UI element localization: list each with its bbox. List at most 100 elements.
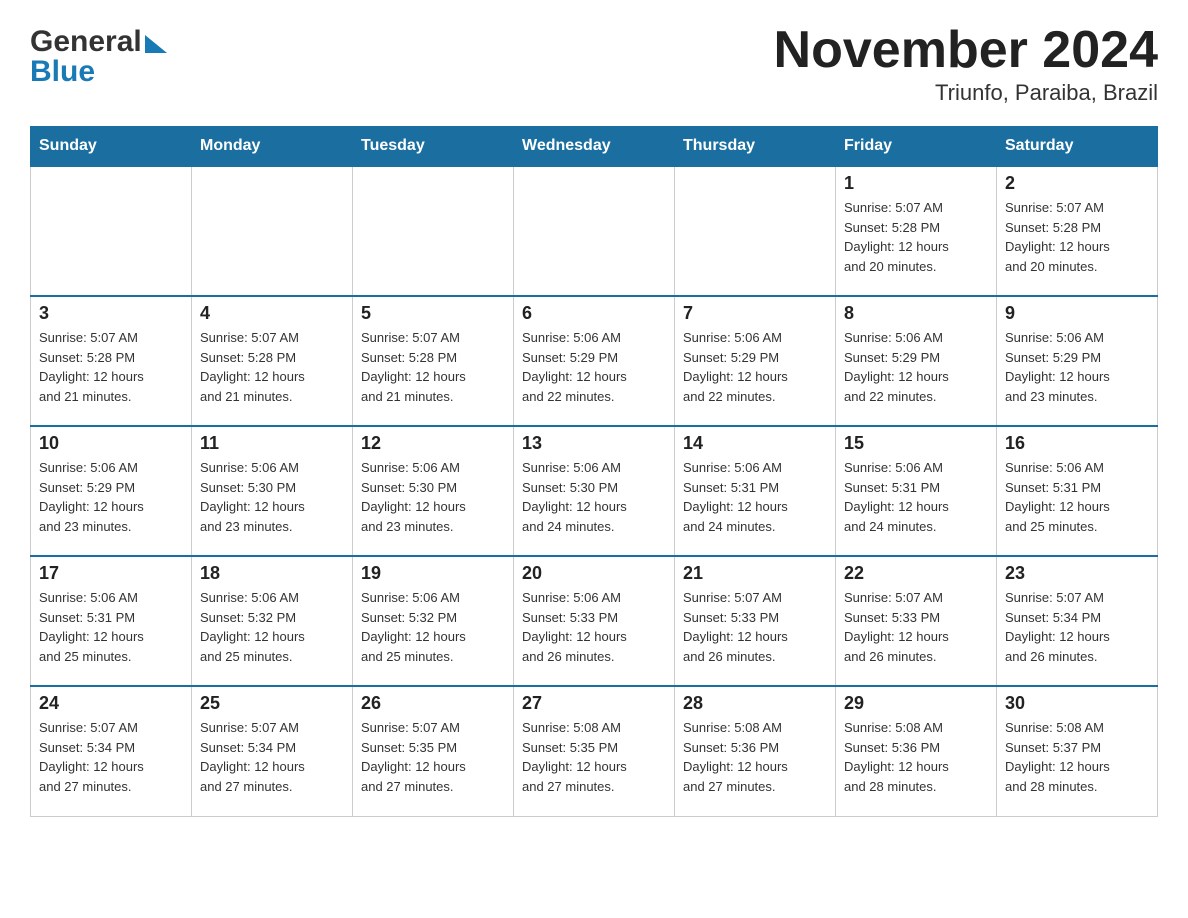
day-info: Sunrise: 5:07 AM Sunset: 5:28 PM Dayligh… (39, 328, 183, 406)
day-number: 5 (361, 303, 505, 324)
calendar-day-cell: 26Sunrise: 5:07 AM Sunset: 5:35 PM Dayli… (353, 686, 514, 816)
day-number: 22 (844, 563, 988, 584)
day-number: 11 (200, 433, 344, 454)
calendar-day-cell: 14 Sunrise: 5:06 AM Sunset: 5:31 PM Dayli… (675, 426, 836, 556)
calendar-day-cell: 30Sunrise: 5:08 AM Sunset: 5:37 PM Dayli… (997, 686, 1158, 816)
day-info: Sunrise: 5:06 AM Sunset: 5:31 PM Dayligh… (1005, 458, 1149, 536)
calendar-day-cell: 12Sunrise: 5:06 AM Sunset: 5:30 PM Dayli… (353, 426, 514, 556)
day-number: 2 (1005, 173, 1149, 194)
day-number: 9 (1005, 303, 1149, 324)
day-number: 20 (522, 563, 666, 584)
logo-general-text: General (30, 25, 142, 59)
day-info: Sunrise: 5:07 AM Sunset: 5:33 PM Dayligh… (844, 588, 988, 666)
calendar-day-cell (31, 166, 192, 296)
calendar-day-cell: 20 Sunrise: 5:06 AM Sunset: 5:33 PM Dayli… (514, 556, 675, 686)
day-info: Sunrise: 5:07 AM Sunset: 5:28 PM Dayligh… (361, 328, 505, 406)
day-number: 21 (683, 563, 827, 584)
day-info: Sunrise: 5:06 AM Sunset: 5:31 PM Dayligh… (683, 458, 827, 536)
calendar-day-cell: 29 Sunrise: 5:08 AM Sunset: 5:36 PM Dayli… (836, 686, 997, 816)
col-header-friday: Friday (836, 127, 997, 167)
calendar-day-cell: 1Sunrise: 5:07 AM Sunset: 5:28 PM Daylig… (836, 166, 997, 296)
day-info: Sunrise: 5:08 AM Sunset: 5:35 PM Dayligh… (522, 718, 666, 796)
day-info: Sunrise: 5:06 AM Sunset: 5:30 PM Dayligh… (522, 458, 666, 536)
calendar-day-cell: 16Sunrise: 5:06 AM Sunset: 5:31 PM Dayli… (997, 426, 1158, 556)
calendar-day-cell (514, 166, 675, 296)
day-number: 10 (39, 433, 183, 454)
calendar-day-cell: 25 Sunrise: 5:07 AM Sunset: 5:34 PM Dayli… (192, 686, 353, 816)
logo-blue-text: Blue (30, 55, 167, 89)
day-info: Sunrise: 5:06 AM Sunset: 5:29 PM Dayligh… (1005, 328, 1149, 406)
day-info: Sunrise: 5:07 AM Sunset: 5:33 PM Dayligh… (683, 588, 827, 666)
day-number: 29 (844, 693, 988, 714)
day-number: 25 (200, 693, 344, 714)
calendar-table: SundayMondayTuesdayWednesdayThursdayFrid… (30, 126, 1158, 817)
calendar-week-row: 24 Sunrise: 5:07 AM Sunset: 5:34 PM Dayli… (31, 686, 1158, 816)
day-number: 13 (522, 433, 666, 454)
calendar-day-cell: 28 Sunrise: 5:08 AM Sunset: 5:36 PM Dayli… (675, 686, 836, 816)
calendar-day-cell: 2 Sunrise: 5:07 AM Sunset: 5:28 PM Daylig… (997, 166, 1158, 296)
day-info: Sunrise: 5:07 AM Sunset: 5:28 PM Dayligh… (1005, 198, 1149, 276)
day-number: 28 (683, 693, 827, 714)
col-header-thursday: Thursday (675, 127, 836, 167)
calendar-day-cell: 8 Sunrise: 5:06 AM Sunset: 5:29 PM Daylig… (836, 296, 997, 426)
calendar-week-row: 1Sunrise: 5:07 AM Sunset: 5:28 PM Daylig… (31, 166, 1158, 296)
col-header-tuesday: Tuesday (353, 127, 514, 167)
calendar-day-cell: 15 Sunrise: 5:06 AM Sunset: 5:31 PM Dayli… (836, 426, 997, 556)
calendar-day-cell: 5 Sunrise: 5:07 AM Sunset: 5:28 PM Daylig… (353, 296, 514, 426)
day-info: Sunrise: 5:06 AM Sunset: 5:29 PM Dayligh… (39, 458, 183, 536)
day-number: 3 (39, 303, 183, 324)
day-info: Sunrise: 5:06 AM Sunset: 5:32 PM Dayligh… (361, 588, 505, 666)
col-header-monday: Monday (192, 127, 353, 167)
calendar-day-cell: 21 Sunrise: 5:07 AM Sunset: 5:33 PM Dayli… (675, 556, 836, 686)
calendar-week-row: 10 Sunrise: 5:06 AM Sunset: 5:29 PM Dayli… (31, 426, 1158, 556)
logo-arrow-icon (145, 35, 167, 53)
calendar-day-cell (675, 166, 836, 296)
day-info: Sunrise: 5:06 AM Sunset: 5:29 PM Dayligh… (683, 328, 827, 406)
calendar-header-row: SundayMondayTuesdayWednesdayThursdayFrid… (31, 127, 1158, 167)
calendar-day-cell: 4 Sunrise: 5:07 AM Sunset: 5:28 PM Daylig… (192, 296, 353, 426)
calendar-day-cell: 11 Sunrise: 5:06 AM Sunset: 5:30 PM Dayli… (192, 426, 353, 556)
col-header-saturday: Saturday (997, 127, 1158, 167)
day-number: 15 (844, 433, 988, 454)
calendar-day-cell: 3 Sunrise: 5:07 AM Sunset: 5:28 PM Daylig… (31, 296, 192, 426)
day-info: Sunrise: 5:06 AM Sunset: 5:31 PM Dayligh… (39, 588, 183, 666)
day-number: 26 (361, 693, 505, 714)
calendar-week-row: 17 Sunrise: 5:06 AM Sunset: 5:31 PM Dayli… (31, 556, 1158, 686)
day-number: 23 (1005, 563, 1149, 584)
calendar-day-cell: 23 Sunrise: 5:07 AM Sunset: 5:34 PM Dayli… (997, 556, 1158, 686)
day-number: 14 (683, 433, 827, 454)
day-info: Sunrise: 5:07 AM Sunset: 5:34 PM Dayligh… (200, 718, 344, 796)
calendar-day-cell: 10 Sunrise: 5:06 AM Sunset: 5:29 PM Dayli… (31, 426, 192, 556)
day-info: Sunrise: 5:08 AM Sunset: 5:36 PM Dayligh… (844, 718, 988, 796)
day-number: 7 (683, 303, 827, 324)
calendar-day-cell: 7 Sunrise: 5:06 AM Sunset: 5:29 PM Daylig… (675, 296, 836, 426)
calendar-day-cell (353, 166, 514, 296)
day-info: Sunrise: 5:06 AM Sunset: 5:30 PM Dayligh… (361, 458, 505, 536)
calendar-week-row: 3 Sunrise: 5:07 AM Sunset: 5:28 PM Daylig… (31, 296, 1158, 426)
day-info: Sunrise: 5:07 AM Sunset: 5:34 PM Dayligh… (1005, 588, 1149, 666)
col-header-wednesday: Wednesday (514, 127, 675, 167)
day-info: Sunrise: 5:06 AM Sunset: 5:32 PM Dayligh… (200, 588, 344, 666)
col-header-sunday: Sunday (31, 127, 192, 167)
calendar-day-cell: 13 Sunrise: 5:06 AM Sunset: 5:30 PM Dayli… (514, 426, 675, 556)
day-info: Sunrise: 5:06 AM Sunset: 5:29 PM Dayligh… (844, 328, 988, 406)
page-header: General Blue November 2024 Triunfo, Para… (30, 20, 1158, 106)
day-info: Sunrise: 5:06 AM Sunset: 5:31 PM Dayligh… (844, 458, 988, 536)
day-number: 6 (522, 303, 666, 324)
logo: General Blue (30, 20, 167, 89)
day-number: 24 (39, 693, 183, 714)
day-number: 17 (39, 563, 183, 584)
title-area: November 2024 Triunfo, Paraiba, Brazil (774, 20, 1158, 106)
day-number: 4 (200, 303, 344, 324)
calendar-day-cell: 24Sunrise: 5:07 AM Sunset: 5:34 PM Dayli… (31, 686, 192, 816)
day-info: Sunrise: 5:07 AM Sunset: 5:28 PM Dayligh… (844, 198, 988, 276)
day-info: Sunrise: 5:06 AM Sunset: 5:30 PM Dayligh… (200, 458, 344, 536)
day-number: 30 (1005, 693, 1149, 714)
calendar-subtitle: Triunfo, Paraiba, Brazil (774, 80, 1158, 106)
day-info: Sunrise: 5:06 AM Sunset: 5:33 PM Dayligh… (522, 588, 666, 666)
calendar-day-cell: 9 Sunrise: 5:06 AM Sunset: 5:29 PM Daylig… (997, 296, 1158, 426)
day-info: Sunrise: 5:06 AM Sunset: 5:29 PM Dayligh… (522, 328, 666, 406)
day-number: 8 (844, 303, 988, 324)
day-info: Sunrise: 5:08 AM Sunset: 5:36 PM Dayligh… (683, 718, 827, 796)
day-info: Sunrise: 5:07 AM Sunset: 5:28 PM Dayligh… (200, 328, 344, 406)
